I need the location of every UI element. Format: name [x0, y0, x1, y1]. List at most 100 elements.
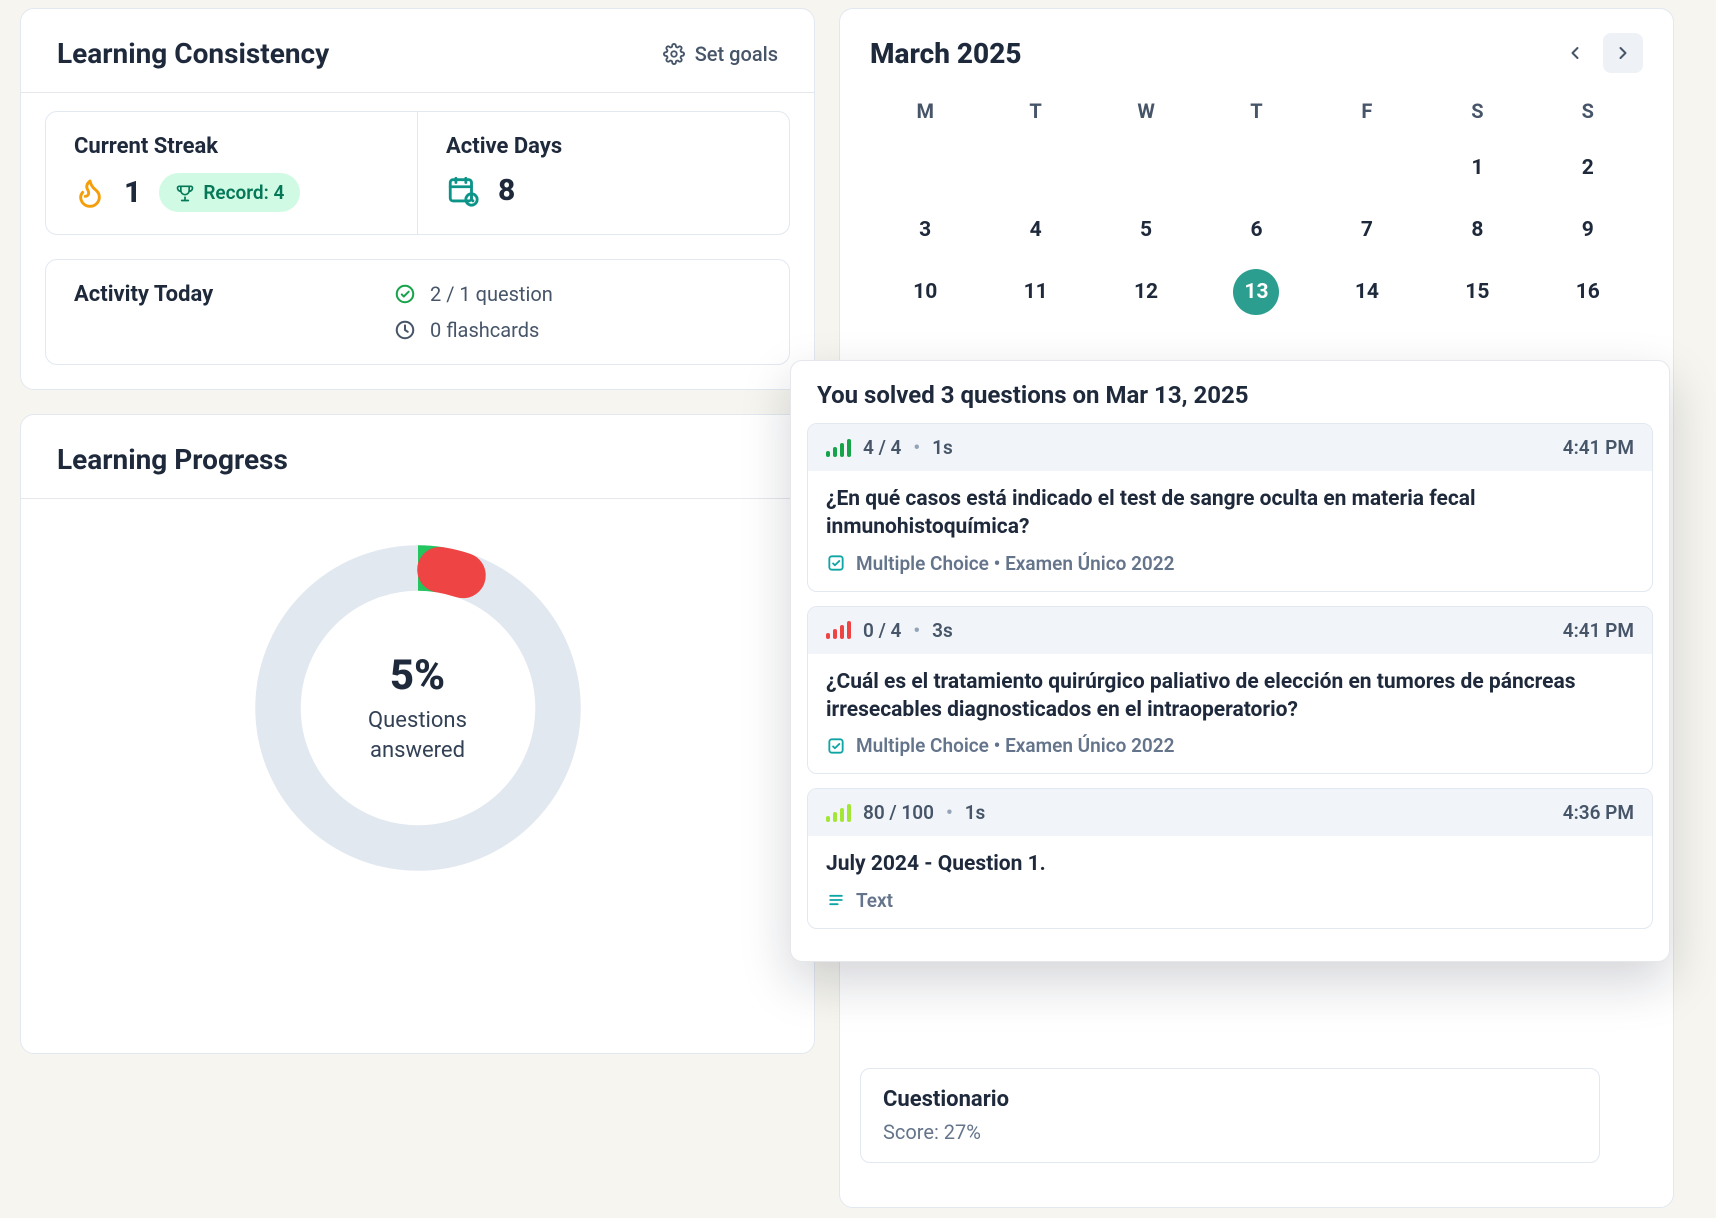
calendar-cell [1312, 137, 1422, 199]
question-duration: 1s [932, 436, 953, 459]
calendar-cell[interactable]: 10 [870, 261, 980, 323]
calendar-day[interactable]: 14 [1344, 269, 1390, 315]
signal-icon [826, 439, 851, 457]
calendar-cell[interactable]: 13 [1201, 261, 1311, 323]
question-duration: 3s [932, 619, 953, 642]
checkbox-icon [826, 553, 846, 573]
calendar-dow: F [1312, 91, 1422, 137]
calendar-day[interactable]: 12 [1123, 269, 1169, 315]
progress-card: Learning Progress 5% [20, 414, 815, 1054]
calendar-dow: T [1201, 91, 1311, 137]
calendar-dow: M [870, 91, 980, 137]
calendar-day[interactable]: 6 [1233, 207, 1279, 253]
calendar-cell[interactable]: 15 [1422, 261, 1532, 323]
calendar-day[interactable]: 2 [1565, 145, 1611, 191]
calendar-cell[interactable]: 6 [1201, 199, 1311, 261]
calendar-day[interactable]: 9 [1565, 207, 1611, 253]
signal-icon [826, 621, 851, 639]
checkbox-icon [826, 736, 846, 756]
calendar-cell[interactable]: 7 [1312, 199, 1422, 261]
popover-title: You solved 3 questions on Mar 13, 2025 [807, 375, 1653, 423]
calendar-day[interactable]: 10 [902, 269, 948, 315]
calendar-day[interactable]: 5 [1123, 207, 1169, 253]
clock-icon [394, 319, 416, 341]
gear-icon [663, 43, 685, 65]
check-circle-icon [394, 283, 416, 305]
text-icon [826, 890, 846, 910]
calendar-cell [870, 137, 980, 199]
calendar-day[interactable]: 13 [1233, 269, 1279, 315]
calendar-cell[interactable]: 4 [980, 199, 1090, 261]
calendar-dow: S [1533, 91, 1643, 137]
activity-today-label: Activity Today [74, 282, 354, 307]
question-card[interactable]: 80 / 100 • 1s 4:36 PM July 2024 - Questi… [807, 788, 1653, 928]
question-meta: Multiple Choice • Examen Único 2022 [856, 734, 1175, 757]
calendar-cell [1091, 137, 1201, 199]
calendar-cell[interactable]: 1 [1422, 137, 1532, 199]
chevron-right-icon [1613, 43, 1633, 63]
question-header: 0 / 4 • 3s 4:41 PM [808, 607, 1652, 654]
calendar-prev-button[interactable] [1555, 33, 1595, 73]
calendar-cell[interactable]: 16 [1533, 261, 1643, 323]
calendar-dow: S [1422, 91, 1532, 137]
calendar-cell[interactable]: 5 [1091, 199, 1201, 261]
question-score: 0 / 4 [863, 619, 901, 642]
active-days-value: 8 [498, 173, 515, 208]
activity-today-card: Activity Today 2 / 1 question 0 flashcar… [45, 259, 790, 365]
consistency-card: Learning Consistency Set goals Current S… [20, 8, 815, 390]
quiz-result-title: Cuestionario [883, 1087, 1577, 1112]
question-time: 4:41 PM [1563, 436, 1634, 459]
question-meta: Text [856, 889, 893, 912]
calendar-cell[interactable]: 11 [980, 261, 1090, 323]
chevron-left-icon [1565, 43, 1585, 63]
calendar-day[interactable]: 16 [1565, 269, 1611, 315]
calendar-clock-icon [446, 174, 480, 208]
set-goals-label: Set goals [695, 42, 778, 66]
progress-subtitle: Questions answered [368, 706, 467, 765]
question-title: ¿Cuál es el tratamiento quirúrgico palia… [826, 668, 1634, 725]
signal-icon [826, 804, 851, 822]
question-header: 4 / 4 • 1s 4:41 PM [808, 424, 1652, 471]
calendar-next-button[interactable] [1603, 33, 1643, 73]
question-time: 4:41 PM [1563, 619, 1634, 642]
current-streak-cell: Current Streak 1 Record: 4 [46, 112, 417, 234]
day-activity-popover: You solved 3 questions on Mar 13, 2025 4… [790, 360, 1670, 962]
calendar-cell[interactable]: 3 [870, 199, 980, 261]
record-badge: Record: 4 [159, 173, 300, 212]
consistency-title: Learning Consistency [57, 37, 329, 70]
question-score: 4 / 4 [863, 436, 901, 459]
question-header: 80 / 100 • 1s 4:36 PM [808, 789, 1652, 836]
calendar-dow: W [1091, 91, 1201, 137]
question-score: 80 / 100 [863, 801, 934, 824]
calendar-title: March 2025 [870, 37, 1022, 70]
calendar-cell[interactable]: 12 [1091, 261, 1201, 323]
calendar-day[interactable]: 8 [1454, 207, 1500, 253]
question-meta: Multiple Choice • Examen Único 2022 [856, 552, 1175, 575]
calendar-day[interactable]: 3 [902, 207, 948, 253]
quiz-result-sub: Score: 27% [883, 1120, 1577, 1144]
calendar-day[interactable]: 7 [1344, 207, 1390, 253]
calendar-cell[interactable]: 9 [1533, 199, 1643, 261]
calendar-cell [1201, 137, 1311, 199]
set-goals-button[interactable]: Set goals [663, 42, 778, 66]
question-title: July 2024 - Question 1. [826, 850, 1634, 878]
calendar-day[interactable]: 4 [1013, 207, 1059, 253]
active-days-label: Active Days [446, 134, 761, 159]
calendar-cell[interactable]: 14 [1312, 261, 1422, 323]
progress-donut: 5% Questions answered [243, 533, 593, 883]
question-title: ¿En qué casos está indicado el test de s… [826, 485, 1634, 542]
progress-title: Learning Progress [57, 443, 288, 476]
quiz-result-card[interactable]: Cuestionario Score: 27% [860, 1068, 1600, 1163]
question-card[interactable]: 0 / 4 • 3s 4:41 PM ¿Cuál es el tratamien… [807, 606, 1653, 775]
calendar-cell[interactable]: 8 [1422, 199, 1532, 261]
calendar-day[interactable]: 11 [1013, 269, 1059, 315]
question-duration: 1s [965, 801, 986, 824]
question-card[interactable]: 4 / 4 • 1s 4:41 PM ¿En qué casos está in… [807, 423, 1653, 592]
calendar-day[interactable]: 15 [1454, 269, 1500, 315]
calendar-cell[interactable]: 2 [1533, 137, 1643, 199]
record-label: Record: 4 [203, 181, 284, 204]
current-streak-value: 1 [124, 175, 141, 210]
progress-percent: 5% [390, 651, 445, 700]
active-days-cell: Active Days 8 [417, 112, 789, 234]
calendar-day[interactable]: 1 [1454, 145, 1500, 191]
